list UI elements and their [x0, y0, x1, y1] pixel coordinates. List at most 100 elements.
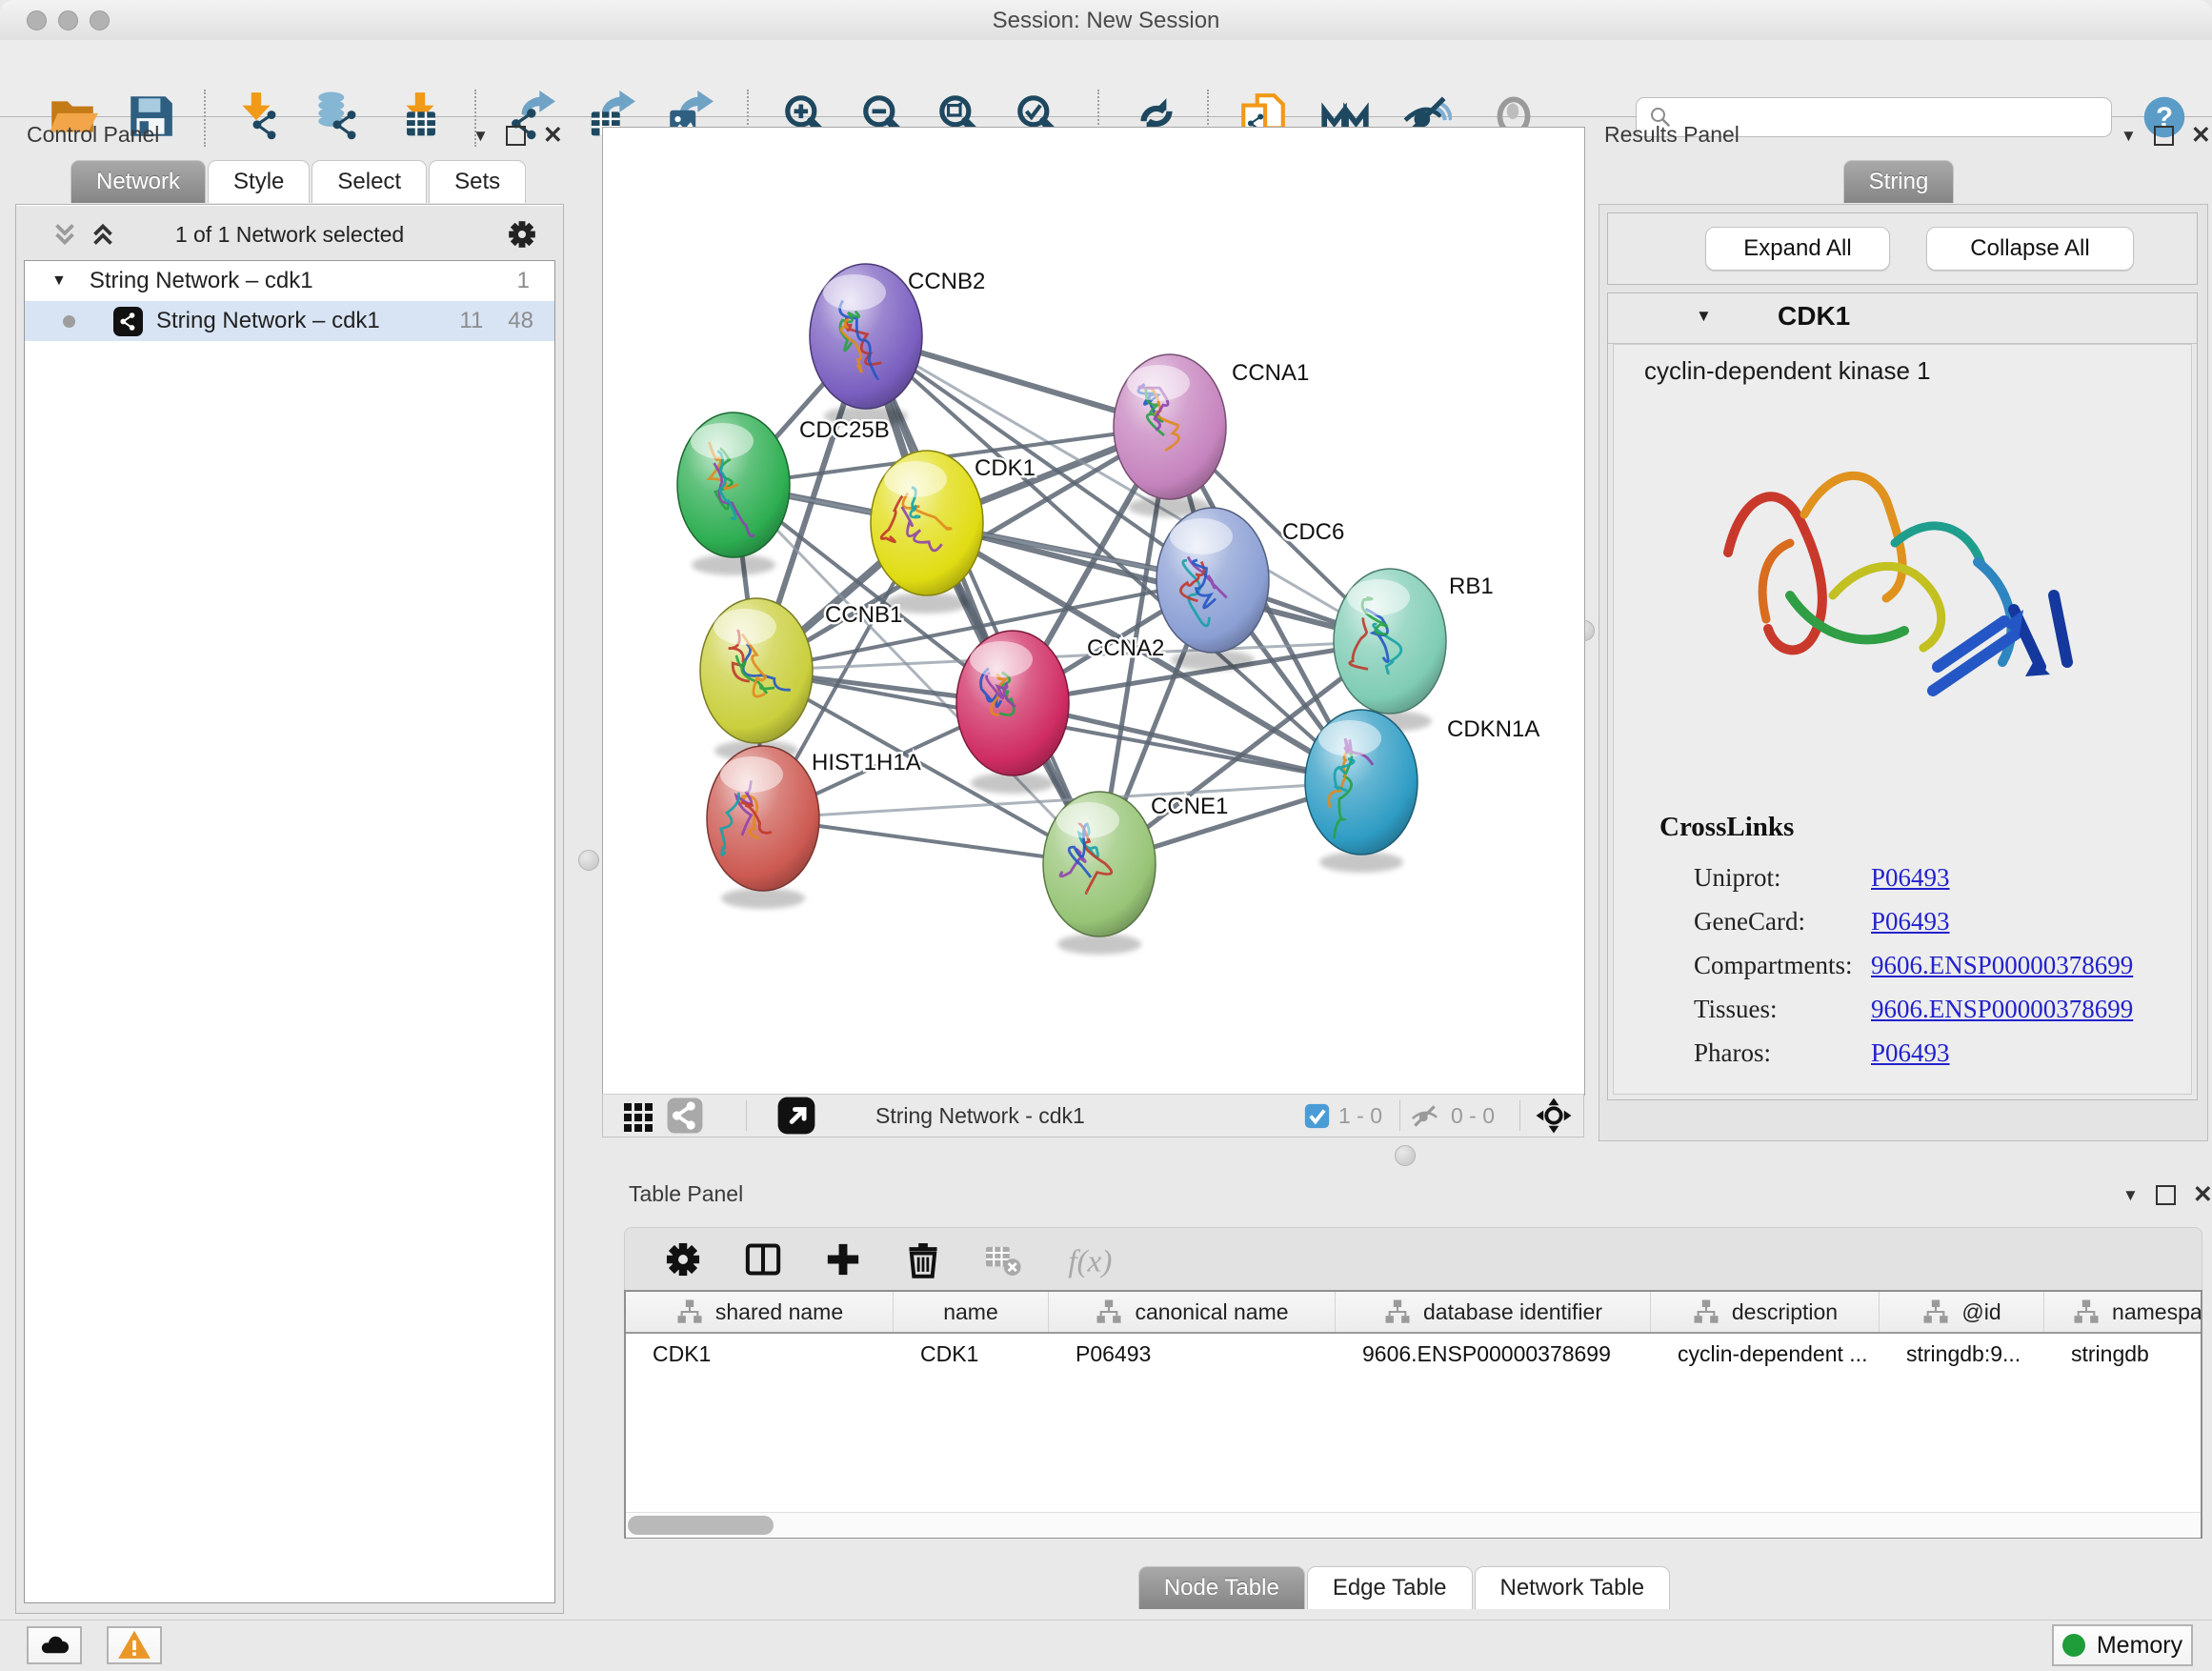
table-cell[interactable]: stringdb:9...: [1880, 1341, 2044, 1367]
fit-selected-crosshair-icon[interactable]: [1535, 1095, 1573, 1137]
crosslink-link[interactable]: P06493: [1871, 1038, 1950, 1068]
table-panel-close-icon[interactable]: ✕: [2193, 1187, 2212, 1203]
tab-string[interactable]: String: [1843, 160, 1955, 203]
control-panel-menu-icon[interactable]: ▼: [473, 127, 489, 146]
app-status-bar: Memory: [0, 1620, 2212, 1671]
column-header-canonical-name[interactable]: canonical name: [1049, 1292, 1336, 1332]
crosslink-link[interactable]: 9606.ENSP00000378699: [1871, 951, 2133, 980]
node-label-CCNB2: CCNB2: [908, 269, 985, 294]
network-view-canvas[interactable]: CCNB2CCNA1CDC25BCDK1CDC6RB1CCNB1CCNA2CDK…: [602, 127, 1585, 1096]
table-options-gear-button[interactable]: [663, 1239, 703, 1279]
node-CCNB2[interactable]: [810, 264, 922, 427]
table-toolbar: f(x): [624, 1227, 2202, 1290]
network-collection-row[interactable]: ▼ String Network – cdk1 1: [25, 261, 554, 301]
node-CCNB1[interactable]: [700, 598, 813, 761]
network-overview-icon[interactable]: [666, 1095, 704, 1137]
node-label-CDC25B: CDC25B: [799, 417, 890, 443]
tab-edge-table[interactable]: Edge Table: [1307, 1566, 1473, 1609]
entry-collapse-icon[interactable]: ▼: [1696, 307, 1712, 326]
node-label-RB1: RB1: [1449, 574, 1494, 599]
control-panel-float-icon[interactable]: [506, 126, 526, 146]
results-panel-body: Expand All Collapse All ▼ CDK1 cyclin-de…: [1599, 204, 2208, 1141]
current-network-dot-icon: [63, 315, 75, 328]
tab-style[interactable]: Style: [208, 160, 310, 203]
selected-checkbox-icon[interactable]: [1304, 1095, 1330, 1137]
tab-network-table[interactable]: Network Table: [1475, 1566, 1671, 1609]
crosslink-label: Tissues:: [1694, 995, 1871, 1024]
node-label-CDK1: CDK1: [975, 455, 1036, 481]
table-header-row: shared name name canonical name database …: [626, 1292, 2201, 1334]
column-header-shared-name[interactable]: shared name: [626, 1292, 894, 1332]
delete-table-button[interactable]: [983, 1239, 1023, 1279]
node-CCNE1[interactable]: [1043, 792, 1156, 955]
warnings-button[interactable]: [107, 1626, 162, 1664]
horizontal-splitter-handle[interactable]: [1395, 1145, 1416, 1166]
window-title: Session: New Session: [0, 8, 2212, 34]
table-cell[interactable]: stringdb: [2044, 1341, 2202, 1367]
column-label: shared name: [715, 1299, 843, 1325]
node-RB1[interactable]: [1334, 569, 1446, 732]
create-column-button[interactable]: [823, 1239, 863, 1279]
tab-select[interactable]: Select: [312, 160, 427, 203]
crosslink-row: Tissues: 9606.ENSP00000378699: [1694, 987, 2170, 1031]
node-table: shared name name canonical name database …: [624, 1290, 2202, 1539]
network-node-count: 11: [459, 308, 483, 334]
memory-status-button[interactable]: Memory: [2052, 1624, 2193, 1666]
column-header-database-identifier[interactable]: database identifier: [1336, 1292, 1651, 1332]
crosslink-link[interactable]: 9606.ENSP00000378699: [1871, 995, 2133, 1024]
column-header-namespace[interactable]: namespace: [2044, 1292, 2202, 1332]
delete-column-button[interactable]: [903, 1239, 943, 1279]
memory-indicator-icon: [2062, 1634, 2085, 1657]
table-cell[interactable]: CDK1: [894, 1341, 1049, 1367]
network-list: ▼ String Network – cdk1 1 String Network…: [24, 260, 555, 1603]
crosslink-link[interactable]: P06493: [1871, 863, 1950, 893]
table-cell[interactable]: P06493: [1049, 1341, 1336, 1367]
table-row: CDK1CDK1P064939606.ENSP00000378699cyclin…: [626, 1334, 2201, 1374]
detach-view-icon[interactable]: [776, 1095, 816, 1137]
network-edge-count: 48: [508, 308, 533, 334]
function-builder-button[interactable]: f(x): [1063, 1239, 1130, 1279]
network-manager-box: 1 of 1 Network selected ▼ String Network…: [15, 204, 564, 1614]
table-cell[interactable]: 9606.ENSP00000378699: [1336, 1341, 1651, 1367]
entry-header[interactable]: ▼ CDK1: [1608, 293, 2197, 344]
results-actions-box: Expand All Collapse All: [1607, 212, 2198, 285]
show-columns-button[interactable]: [743, 1239, 783, 1279]
scrollbar-thumb[interactable]: [628, 1516, 774, 1535]
table-cell[interactable]: CDK1: [626, 1341, 894, 1367]
network-label: String Network – cdk1: [156, 308, 380, 334]
table-panel-title: Table Panel: [629, 1181, 743, 1207]
tab-node-table[interactable]: Node Table: [1138, 1566, 1305, 1609]
results-panel-close-icon[interactable]: ✕: [2191, 128, 2211, 144]
table-panel-menu-icon[interactable]: ▼: [2122, 1186, 2139, 1205]
results-panel-menu-icon[interactable]: ▼: [2121, 127, 2137, 146]
table-panel-float-icon[interactable]: [2156, 1185, 2176, 1205]
tab-network[interactable]: Network: [70, 160, 206, 203]
crosslink-row: GeneCard: P06493: [1694, 899, 2170, 943]
control-panel-tabs: NetworkStyleSelectSets: [70, 160, 528, 203]
tab-sets[interactable]: Sets: [429, 160, 526, 203]
control-panel-close-icon[interactable]: ✕: [543, 128, 563, 144]
table-horizontal-scrollbar[interactable]: [626, 1512, 2201, 1538]
grid-view-icon[interactable]: [622, 1095, 654, 1137]
warning-icon: [116, 1627, 152, 1663]
crosslink-link[interactable]: P06493: [1871, 907, 1950, 936]
expand-all-button[interactable]: Expand All: [1705, 227, 1890, 271]
network-row-selected[interactable]: String Network – cdk1 11 48: [25, 301, 554, 341]
column-header-name[interactable]: name: [894, 1292, 1049, 1332]
table-cell[interactable]: cyclin-dependent ...: [1651, 1341, 1880, 1367]
network-type-icon: [113, 307, 143, 336]
hidden-eye-slash-icon[interactable]: [1409, 1095, 1440, 1137]
collapse-all-button[interactable]: Collapse All: [1926, 227, 2134, 271]
node-HIST1H1A[interactable]: [707, 746, 819, 909]
node-CDKN1A[interactable]: [1305, 710, 1418, 873]
collection-expander-icon[interactable]: ▼: [51, 272, 67, 290]
column-header-@id[interactable]: @id: [1880, 1292, 2044, 1332]
network-options-gear-icon[interactable]: [506, 218, 538, 255]
cloud-status-button[interactable]: [27, 1626, 82, 1664]
results-panel-float-icon[interactable]: [2154, 126, 2174, 146]
left-splitter-handle[interactable]: [578, 850, 599, 871]
column-header-description[interactable]: description: [1651, 1292, 1880, 1332]
collection-label: String Network – cdk1: [90, 268, 313, 294]
main-toolbar: ?: [0, 40, 2212, 117]
node-CDC25B[interactable]: [677, 413, 790, 575]
